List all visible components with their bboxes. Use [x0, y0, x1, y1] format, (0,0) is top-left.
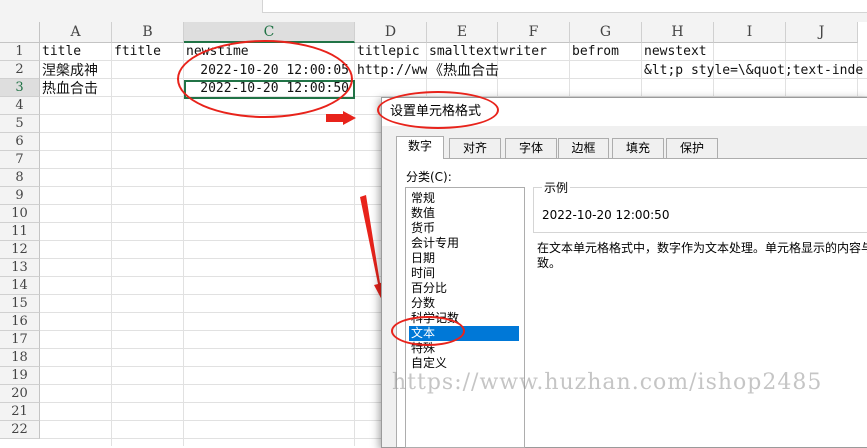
column-header-J[interactable]: J: [786, 22, 858, 43]
cell-G1[interactable]: befrom: [570, 43, 642, 61]
column-header-A[interactable]: A: [40, 22, 112, 43]
row-header-21[interactable]: 21: [0, 403, 40, 421]
cell-A2[interactable]: 涅槃成神: [40, 62, 112, 80]
row-header-7[interactable]: 7: [0, 151, 40, 169]
category-date[interactable]: 日期: [409, 251, 519, 266]
row-header-1[interactable]: 1: [0, 43, 40, 61]
annotation-circle-text-category: [391, 316, 465, 346]
watermark-text: https://www.huzhan.com/ishop2485: [392, 370, 823, 395]
row-header-20[interactable]: 20: [0, 385, 40, 403]
tab-fill[interactable]: 填充: [612, 138, 664, 158]
cell-E1[interactable]: smalltext: [427, 43, 502, 61]
row-header-22[interactable]: 22: [0, 421, 40, 439]
column-header-I[interactable]: I: [714, 22, 786, 43]
tab-font[interactable]: 字体: [505, 138, 557, 158]
cell-E2[interactable]: 《热血合击: [427, 62, 499, 80]
category-custom[interactable]: 自定义: [409, 356, 519, 371]
tab-border[interactable]: 边框: [558, 138, 609, 158]
tab-number[interactable]: 数字: [396, 136, 444, 159]
column-gridline: [354, 43, 355, 446]
cell-H2[interactable]: &lt;p style=\&quot;text-inde: [642, 62, 867, 80]
row-header-16[interactable]: 16: [0, 313, 40, 331]
row-header-15[interactable]: 15: [0, 295, 40, 313]
sample-label: 示例: [542, 179, 571, 196]
cell-B1[interactable]: ftitle: [112, 43, 184, 61]
cell-A3[interactable]: 热血合击: [40, 80, 112, 98]
sample-group: 示例 2022-10-20 12:00:50: [533, 179, 867, 233]
row-header-10[interactable]: 10: [0, 205, 40, 223]
category-currency[interactable]: 货币: [409, 221, 519, 236]
category-general[interactable]: 常规: [409, 191, 519, 206]
row-header-5[interactable]: 5: [0, 115, 40, 133]
select-all-corner[interactable]: [0, 22, 40, 43]
category-accounting[interactable]: 会计专用: [409, 236, 519, 251]
cell-D1[interactable]: titlepic: [355, 43, 427, 61]
category-number[interactable]: 数值: [409, 206, 519, 221]
row-header-2[interactable]: 2: [0, 61, 40, 79]
row-header-11[interactable]: 11: [0, 223, 40, 241]
category-time[interactable]: 时间: [409, 266, 519, 281]
row-header-17[interactable]: 17: [0, 331, 40, 349]
cell-F1[interactable]: writer: [498, 43, 570, 61]
category-percentage[interactable]: 百分比: [409, 281, 519, 296]
format-cells-dialog: 设置单元格格式 数字 对齐 字体 边框 填充 保护 分类(C): 常规 数值 货…: [381, 97, 867, 448]
tab-protection[interactable]: 保护: [666, 138, 718, 158]
column-gridline: [111, 43, 112, 446]
tab-alignment[interactable]: 对齐: [449, 138, 501, 158]
category-label: 分类(C):: [406, 170, 452, 184]
number-tab-panel: 分类(C): 常规 数值 货币 会计专用 日期 时间 百分比 分数 科学记数 文…: [396, 158, 867, 448]
row-header-4[interactable]: 4: [0, 97, 40, 115]
row-header-8[interactable]: 8: [0, 169, 40, 187]
row-header-13[interactable]: 13: [0, 259, 40, 277]
row-header-19[interactable]: 19: [0, 367, 40, 385]
row-header-9[interactable]: 9: [0, 187, 40, 205]
row-header-12[interactable]: 12: [0, 241, 40, 259]
row-header-6[interactable]: 6: [0, 133, 40, 151]
cell-D2[interactable]: http://ww: [355, 62, 427, 80]
annotation-circle-dialog-title: [377, 91, 499, 129]
cell-A1[interactable]: title: [40, 43, 112, 61]
column-header-H[interactable]: H: [642, 22, 714, 43]
column-header-G[interactable]: G: [570, 22, 642, 43]
description-text-line2: 致。: [537, 256, 562, 270]
column-header-B[interactable]: B: [112, 22, 184, 43]
cell-H1[interactable]: newstext: [642, 43, 714, 61]
column-header-D[interactable]: D: [355, 22, 427, 43]
row-header-14[interactable]: 14: [0, 277, 40, 295]
description-text-line1: 在文本单元格格式中，数字作为文本处理。单元格显示的内容与: [537, 241, 867, 255]
row-header-3[interactable]: 3: [0, 79, 40, 97]
column-gridline: [183, 43, 184, 446]
category-fraction[interactable]: 分数: [409, 296, 519, 311]
row-header-18[interactable]: 18: [0, 349, 40, 367]
sample-value: 2022-10-20 12:00:50: [542, 208, 670, 222]
column-header-E[interactable]: E: [427, 22, 498, 43]
annotation-circle-newstime: [177, 40, 353, 118]
column-header-F[interactable]: F: [498, 22, 570, 43]
